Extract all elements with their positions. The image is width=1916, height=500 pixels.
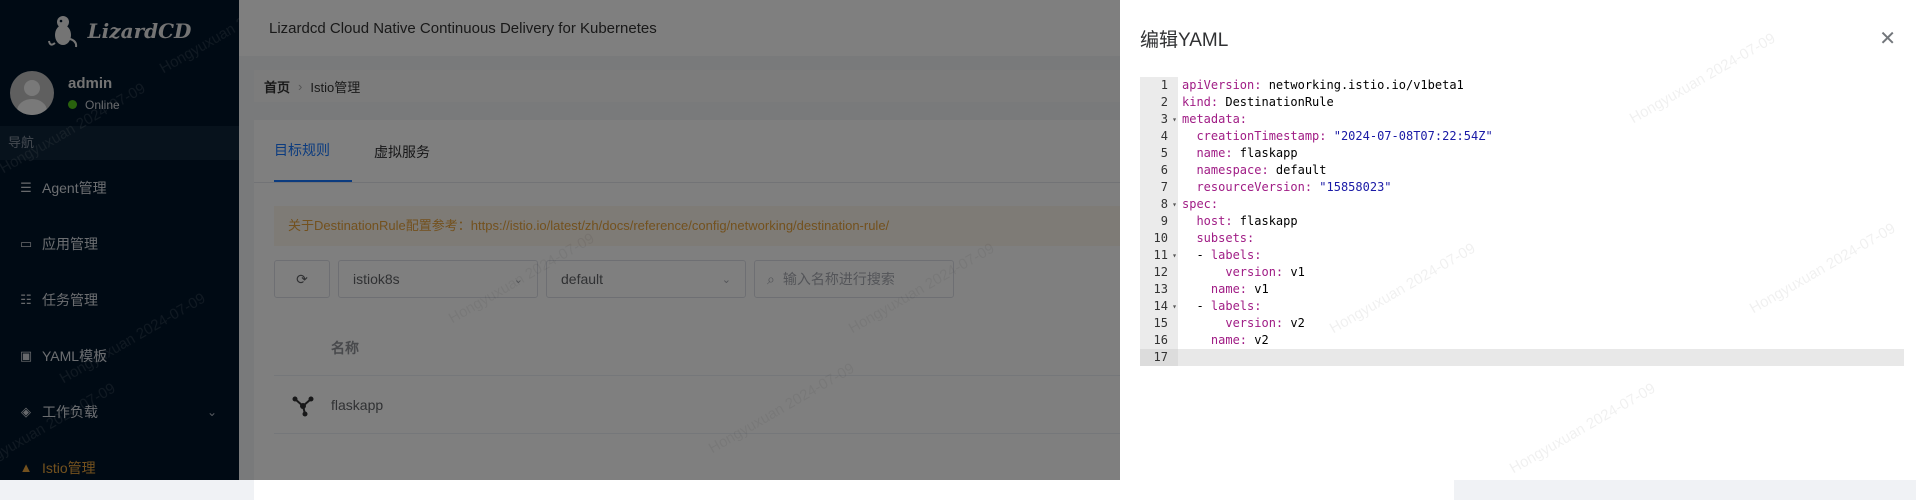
editor-line[interactable]: 11 ▾ - labels: — [1140, 247, 1904, 264]
watermark: Hongyuxuan 2024-07-09 — [1506, 379, 1659, 478]
code-text: name: v2 — [1210, 333, 1269, 347]
code-text: metadata: — [1182, 112, 1248, 126]
code-text: apiVersion: networking.istio.io/v1beta1 — [1182, 78, 1464, 92]
code-text: kind: DestinationRule — [1182, 95, 1334, 109]
code-text: name: v1 — [1210, 282, 1269, 296]
line-number: 8 ▾ — [1140, 196, 1178, 213]
editor-line[interactable]: 12 version: v1 — [1140, 264, 1904, 281]
code-text: - labels: — [1182, 248, 1262, 262]
editor-line[interactable]: 15 version: v2 — [1140, 315, 1904, 332]
fold-toggle-icon[interactable]: ▾ — [1172, 111, 1177, 128]
editor-line[interactable]: 1 apiVersion: networking.istio.io/v1beta1 — [1140, 77, 1904, 94]
code-text: namespace: default — [1196, 163, 1327, 177]
line-number: 16 — [1140, 332, 1178, 349]
line-number: 9 — [1140, 213, 1178, 230]
editor-line[interactable]: 5 name: flaskapp — [1140, 145, 1904, 162]
code-text: name: flaskapp — [1196, 146, 1298, 160]
fold-toggle-icon[interactable]: ▾ — [1172, 196, 1177, 213]
yaml-editor[interactable]: 1 apiVersion: networking.istio.io/v1beta1… — [1140, 77, 1904, 377]
line-number: 10 — [1140, 230, 1178, 247]
line-number: 15 — [1140, 315, 1178, 332]
line-number: 7 — [1140, 179, 1178, 196]
editor-line[interactable]: 4 creationTimestamp: "2024-07-08T07:22:5… — [1140, 128, 1904, 145]
editor-line[interactable]: 10 subsets: — [1140, 230, 1904, 247]
code-text: subsets: — [1196, 231, 1255, 245]
line-number: 4 — [1140, 128, 1178, 145]
fold-toggle-icon[interactable]: ▾ — [1172, 298, 1177, 315]
code-text: resourceVersion: "15858023" — [1196, 180, 1392, 194]
editor-line[interactable]: 6 namespace: default — [1140, 162, 1904, 179]
code-text: spec: — [1182, 197, 1219, 211]
line-number: 11 ▾ — [1140, 247, 1178, 264]
drawer-title: 编辑YAML — [1140, 30, 1229, 51]
code-text: creationTimestamp: "2024-07-08T07:22:54Z… — [1196, 129, 1493, 143]
edit-yaml-drawer: 编辑YAML ✕ 1 apiVersion: networking.istio.i… — [1120, 0, 1916, 480]
close-icon[interactable]: ✕ — [1879, 26, 1896, 51]
fold-toggle-icon[interactable]: ▾ — [1172, 247, 1177, 264]
code-text — [1178, 349, 1904, 366]
line-number: 17 — [1140, 349, 1178, 366]
editor-line[interactable]: 13 name: v1 — [1140, 281, 1904, 298]
line-number: 3 ▾ — [1140, 111, 1178, 128]
code-text: version: v1 — [1225, 265, 1305, 279]
editor-line[interactable]: 17 — [1140, 349, 1904, 366]
code-text: - labels: — [1182, 299, 1262, 313]
editor-line[interactable]: 14 ▾ - labels: — [1140, 298, 1904, 315]
modal-overlay[interactable] — [0, 0, 1120, 480]
editor-line[interactable]: 3 ▾ metadata: — [1140, 111, 1904, 128]
editor-line[interactable]: 8 ▾ spec: — [1140, 196, 1904, 213]
line-number: 2 — [1140, 94, 1178, 111]
editor-line[interactable]: 16 name: v2 — [1140, 332, 1904, 349]
editor-line[interactable]: 7 resourceVersion: "15858023" — [1140, 179, 1904, 196]
line-number: 14 ▾ — [1140, 298, 1178, 315]
line-number: 12 — [1140, 264, 1178, 281]
code-text: version: v2 — [1225, 316, 1305, 330]
line-number: 5 — [1140, 145, 1178, 162]
editor-line[interactable]: 2 kind: DestinationRule — [1140, 94, 1904, 111]
line-number: 1 — [1140, 77, 1178, 94]
code-text: host: flaskapp — [1196, 214, 1298, 228]
line-number: 13 — [1140, 281, 1178, 298]
line-number: 6 — [1140, 162, 1178, 179]
editor-line[interactable]: 9 host: flaskapp — [1140, 213, 1904, 230]
